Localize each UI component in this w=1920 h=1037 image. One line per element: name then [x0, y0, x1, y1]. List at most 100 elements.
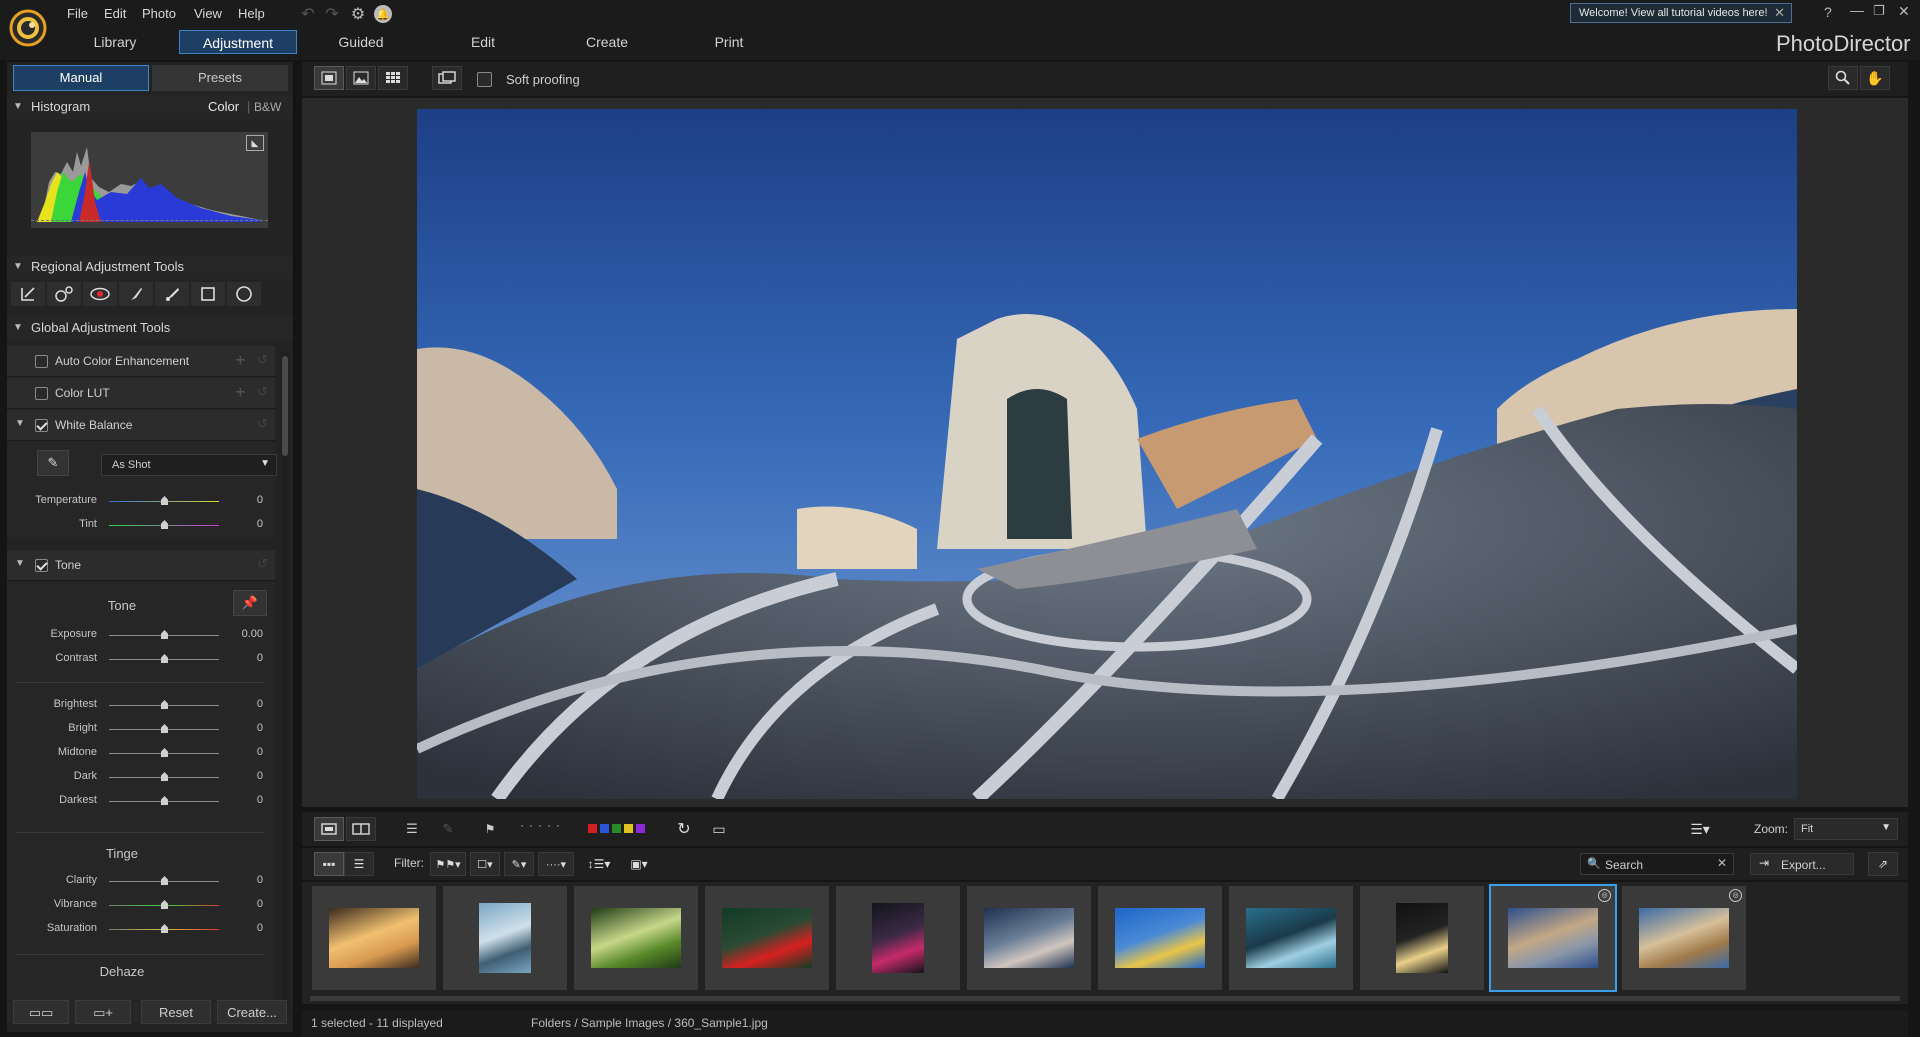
thumbnail[interactable] [574, 886, 698, 990]
radial-filter-icon[interactable] [227, 282, 261, 306]
soft-proofing-checkbox[interactable] [477, 72, 492, 87]
menu-file[interactable]: File [67, 6, 88, 21]
sync-settings-icon[interactable]: ✎ [438, 820, 458, 838]
slider-value[interactable]: 0.00 [223, 628, 263, 640]
slider-value[interactable]: 0 [223, 698, 263, 710]
hand-tool-icon[interactable]: ✋ [1860, 66, 1890, 90]
slider-thumb[interactable] [161, 700, 168, 709]
search-box[interactable]: 🔍 Search ✕ [1580, 853, 1734, 875]
sort-stack-icon[interactable]: ☰ [402, 820, 422, 838]
thumbnail[interactable] [836, 886, 960, 990]
rectangle-mask-icon[interactable] [191, 282, 225, 306]
zoom-tool-icon[interactable] [1828, 66, 1858, 90]
export-button[interactable]: ⇥ Export... [1750, 853, 1854, 875]
tab-presets[interactable]: Presets [152, 65, 288, 91]
reset-icon[interactable]: ↺ [257, 352, 268, 368]
slider-value[interactable]: 0 [223, 794, 263, 806]
color-label-blue[interactable] [600, 824, 609, 833]
filmstrip-compare-icon[interactable] [346, 817, 376, 841]
expand-icon[interactable]: ▼ [15, 558, 25, 569]
tab-manual[interactable]: Manual [13, 65, 149, 91]
rotate-icon[interactable]: ↻ [674, 819, 694, 839]
filter-rating-icon[interactable]: ☐▾ [470, 852, 500, 876]
copy-settings-button[interactable]: ▭+ [75, 1000, 131, 1024]
scrollbar-thumb[interactable] [282, 356, 288, 456]
menu-view[interactable]: View [194, 6, 222, 21]
slider-value[interactable]: 0 [223, 518, 263, 530]
grid-view-icon[interactable] [378, 66, 408, 90]
histogram-bw-toggle[interactable]: B&W [254, 95, 281, 119]
global-header[interactable]: ▼ Global Adjustment Tools [7, 316, 293, 340]
tab-create[interactable]: Create [557, 30, 657, 54]
white-balance-preset-dropdown[interactable]: As Shot ▼ [101, 454, 277, 476]
add-icon[interactable]: + [235, 382, 246, 403]
zoom-dropdown[interactable]: Fit ▼ [1794, 818, 1898, 840]
menu-help[interactable]: Help [238, 6, 265, 21]
expand-icon[interactable]: ▼ [15, 418, 25, 429]
slider-thumb[interactable] [161, 772, 168, 781]
thumbnail[interactable] [1360, 886, 1484, 990]
thumbnail[interactable] [967, 886, 1091, 990]
filmstrip-options-icon[interactable]: ☰▾ [1686, 819, 1714, 839]
color-lut-checkbox[interactable] [35, 387, 48, 400]
tab-library[interactable]: Library [65, 30, 165, 54]
red-eye-icon[interactable] [83, 282, 117, 306]
menu-photo[interactable]: Photo [142, 6, 176, 21]
clipping-warning-icon[interactable]: ◣ [246, 135, 264, 151]
tutorial-notification[interactable]: Welcome! View all tutorial videos here! … [1570, 3, 1792, 23]
menu-edit[interactable]: Edit [104, 6, 126, 21]
regional-header[interactable]: ▼ Regional Adjustment Tools [7, 255, 293, 279]
histogram-color-toggle[interactable]: Color [208, 95, 239, 119]
create-preset-button[interactable]: Create... [217, 1000, 287, 1024]
search-input[interactable]: Search [1605, 858, 1643, 872]
tab-edit[interactable]: Edit [433, 30, 533, 54]
slider-value[interactable]: 0 [223, 746, 263, 758]
targeted-adjustment-pin-icon[interactable]: 📌 [233, 590, 267, 616]
notification-icon[interactable]: 🔔 [374, 5, 392, 23]
filmstrip-single-icon[interactable] [314, 817, 344, 841]
help-icon[interactable]: ? [1824, 4, 1832, 20]
histogram-header[interactable]: ▼ Histogram Color | B&W [7, 95, 293, 119]
slider-value[interactable]: 0 [223, 722, 263, 734]
filter-edit-icon[interactable]: ✎▾ [504, 852, 534, 876]
slider-thumb[interactable] [161, 520, 168, 529]
minimize-icon[interactable]: — [1850, 2, 1864, 18]
flag-icon[interactable]: ⚑ [478, 820, 502, 838]
restore-icon[interactable]: ❐ [1873, 3, 1885, 19]
tab-adjustment[interactable]: Adjustment [179, 30, 297, 54]
slider-thumb[interactable] [161, 748, 168, 757]
sort-order-icon[interactable]: ↕☰▾ [584, 854, 614, 874]
strip-scrollbar[interactable] [310, 996, 1900, 1001]
thumbnail[interactable] [312, 886, 436, 990]
slideshow-icon[interactable]: ▭ [708, 819, 730, 839]
slider-thumb[interactable] [161, 876, 168, 885]
panel-scrollbar[interactable] [281, 352, 289, 1012]
slider-value[interactable]: 0 [223, 874, 263, 886]
slider-thumb[interactable] [161, 630, 168, 639]
add-icon[interactable]: + [235, 350, 246, 371]
close-window-icon[interactable]: ✕ [1898, 3, 1910, 20]
reset-icon[interactable]: ↺ [257, 416, 268, 432]
thumbnail[interactable] [1229, 886, 1353, 990]
adjustment-brush-icon[interactable] [119, 282, 153, 306]
thumbnail[interactable] [705, 886, 829, 990]
single-view-icon[interactable] [314, 66, 344, 90]
eyedropper-icon[interactable]: ✎ [37, 450, 69, 476]
thumbnail[interactable]: ◎ [1489, 884, 1617, 992]
tab-guided[interactable]: Guided [311, 30, 411, 54]
spot-removal-icon[interactable] [47, 282, 81, 306]
filmstrip-mode-icon[interactable]: ▪▪▪ [314, 852, 344, 876]
crop-straighten-icon[interactable] [11, 282, 45, 306]
slider-value[interactable]: 0 [223, 494, 263, 506]
color-label-red[interactable] [588, 824, 597, 833]
strip-scrollbar-thumb[interactable] [310, 996, 1900, 1001]
redo-icon[interactable]: ↷ [322, 4, 342, 24]
photo-viewer[interactable] [302, 98, 1908, 807]
second-display-icon[interactable] [432, 66, 462, 90]
thumbnail[interactable] [443, 886, 567, 990]
slider-value[interactable]: 0 [223, 770, 263, 782]
filter-flag-icon[interactable]: ⚑⚑▾ [430, 852, 466, 876]
slider-value[interactable]: 0 [223, 898, 263, 910]
list-mode-icon[interactable]: ☰ [344, 852, 374, 876]
tab-print[interactable]: Print [679, 30, 779, 54]
